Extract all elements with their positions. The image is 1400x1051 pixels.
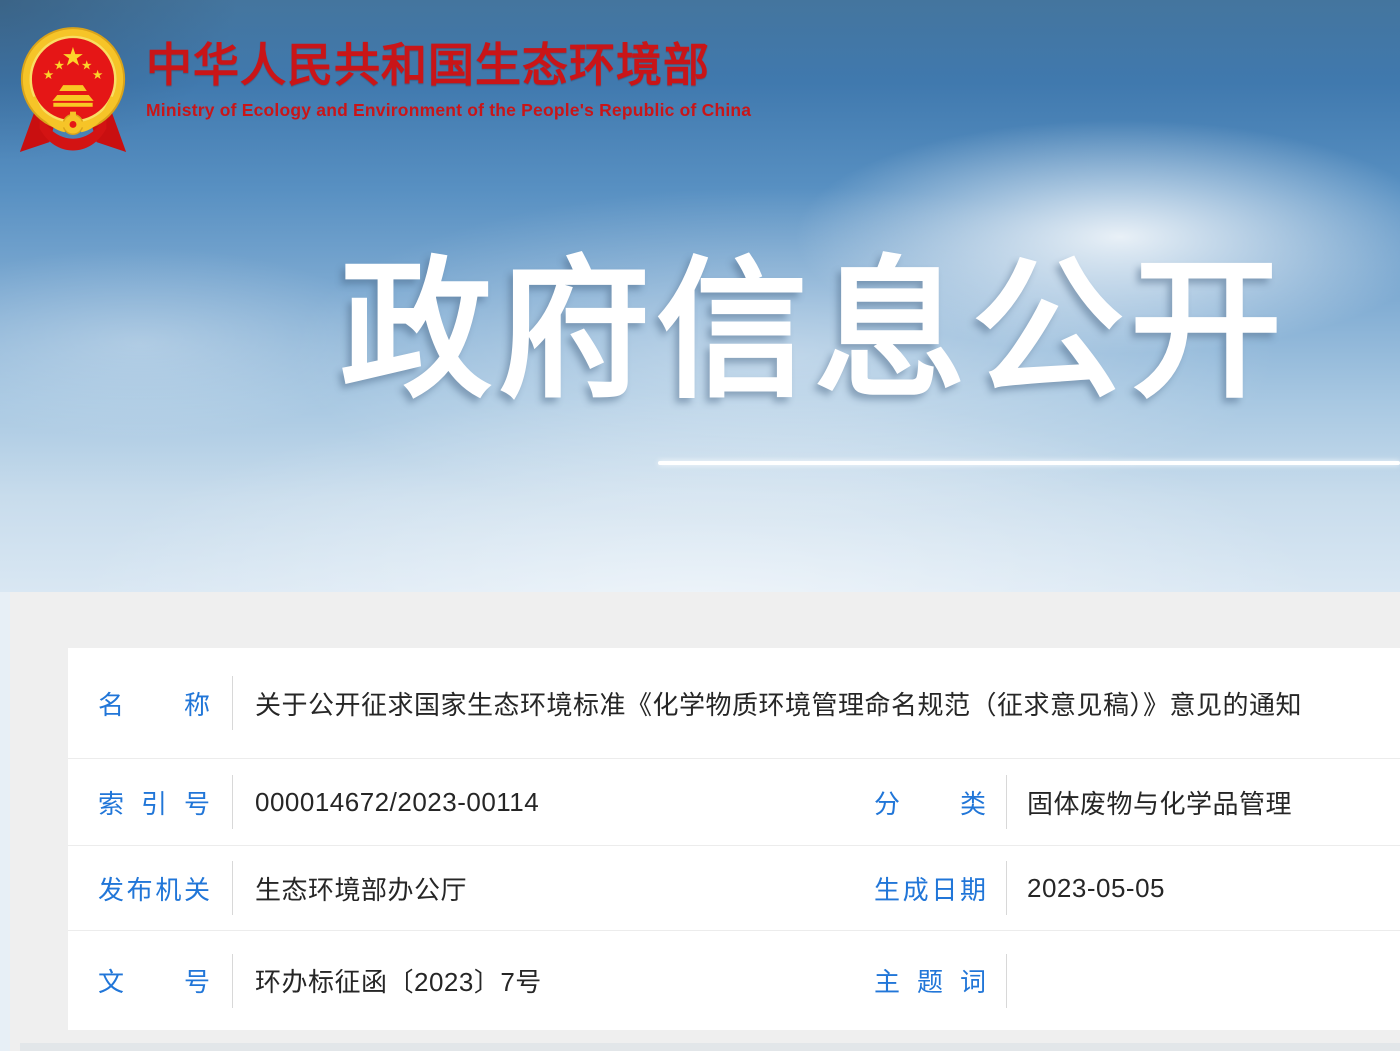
- content-section: 名称 关于公开征求国家生态环境标准《化学物质环境管理命名规范（征求意见稿）》意见…: [0, 592, 1400, 1051]
- sky-banner-section: ★ ★ ★ ★ ★ 中华人民共和国生态环境部 Ministry of Ecolo…: [0, 0, 1400, 592]
- field-divider: [232, 676, 233, 730]
- document-info-card: 名称 关于公开征求国家生态环境标准《化学物质环境管理命名规范（征求意见稿）》意见…: [68, 648, 1400, 1030]
- header-text-block: 中华人民共和国生态环境部 Ministry of Ecology and Env…: [146, 18, 751, 121]
- svg-text:★: ★: [81, 57, 92, 72]
- svg-text:★: ★: [92, 67, 103, 82]
- info-row-index: 索引号 000014672/2023-00114 分类 固体废物与化学品管理: [68, 758, 1400, 845]
- site-header: ★ ★ ★ ★ ★ 中华人民共和国生态环境部 Ministry of Ecolo…: [14, 18, 751, 166]
- page: { "header": { "ministry_name_cn": "中华人民共…: [0, 0, 1400, 1051]
- field-label-issuing-agency: 发布机关: [98, 870, 210, 907]
- field-label-generated-date: 生成日期: [874, 870, 986, 907]
- bottom-edge-strip: [20, 1043, 1400, 1051]
- field-value-doc-number: 环办标征函〔2023〕7号: [255, 962, 844, 999]
- ministry-name-cn: 中华人民共和国生态环境部: [146, 40, 751, 91]
- field-label-category: 分类: [874, 784, 986, 821]
- field-divider: [1006, 954, 1007, 1008]
- ministry-name-en: Ministry of Ecology and Environment of t…: [146, 100, 751, 121]
- title-underline: [658, 461, 1400, 465]
- field-divider: [232, 954, 233, 1008]
- field-label-index-number: 索引号: [98, 784, 210, 821]
- info-row-issuer: 发布机关 生态环境部办公厅 生成日期 2023-05-05: [68, 845, 1400, 930]
- field-value-generated-date: 2023-05-05: [1027, 873, 1400, 904]
- china-national-emblem-icon: ★ ★ ★ ★ ★: [14, 18, 132, 166]
- content-background: 名称 关于公开征求国家生态环境标准《化学物质环境管理命名规范（征求意见稿）》意见…: [10, 592, 1400, 1051]
- field-value-issuing-agency: 生态环境部办公厅: [255, 870, 844, 907]
- svg-text:★: ★: [54, 57, 65, 72]
- field-label-doc-number: 文号: [98, 962, 210, 999]
- field-label-name: 名称: [98, 685, 210, 722]
- field-divider: [1006, 861, 1007, 915]
- field-label-subject-words: 主题词: [874, 962, 986, 999]
- page-title: 政府信息公开: [340, 248, 1288, 415]
- info-row-name: 名称 关于公开征求国家生态环境标准《化学物质环境管理命名规范（征求意见稿）》意见…: [68, 648, 1400, 758]
- field-value-index-number: 000014672/2023-00114: [255, 787, 844, 818]
- field-divider: [232, 775, 233, 829]
- field-divider: [1006, 775, 1007, 829]
- field-divider: [232, 861, 233, 915]
- svg-text:★: ★: [43, 67, 54, 82]
- info-row-doc-number: 文号 环办标征函〔2023〕7号 主题词: [68, 930, 1400, 1030]
- field-value-category: 固体废物与化学品管理: [1027, 784, 1400, 821]
- field-value-name: 关于公开征求国家生态环境标准《化学物质环境管理命名规范（征求意见稿）》意见的通知: [255, 685, 1400, 722]
